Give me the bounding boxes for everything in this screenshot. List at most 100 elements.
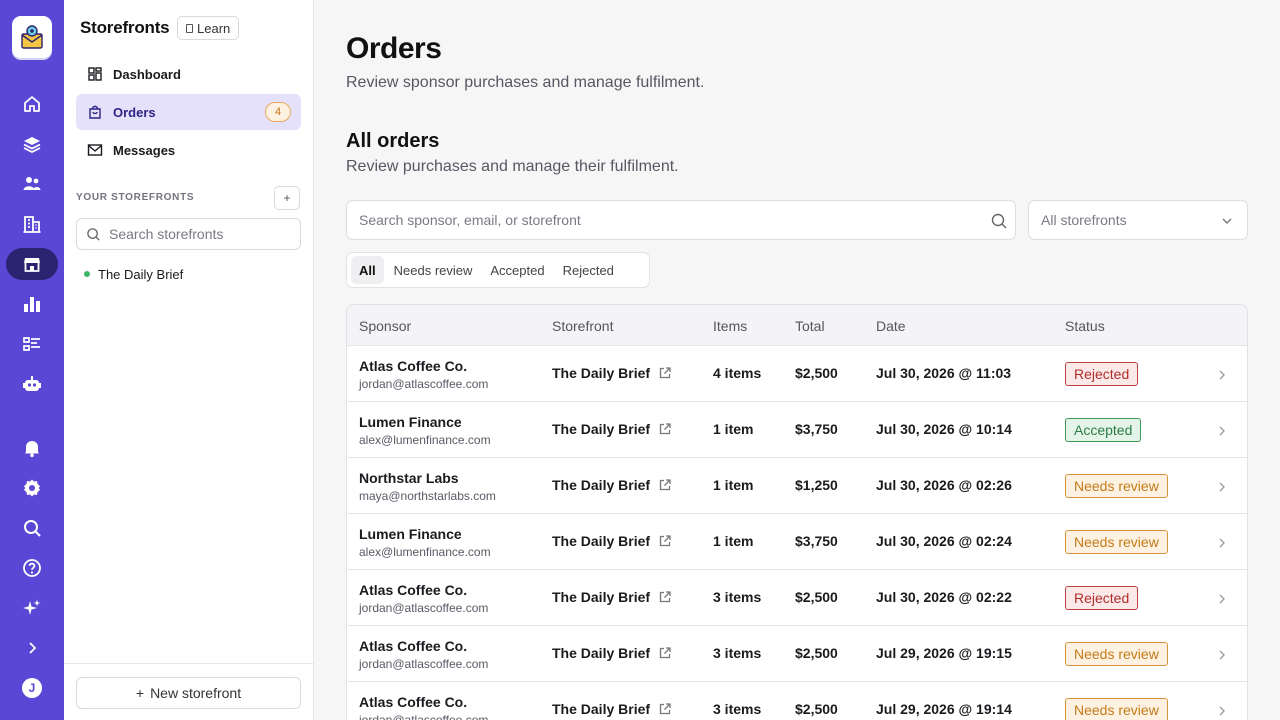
rail-search[interactable] — [6, 512, 58, 544]
storefront-name: The Daily Brief — [552, 589, 651, 605]
status-badge: Needs review — [1065, 642, 1168, 666]
external-link-icon[interactable] — [658, 422, 672, 436]
rail-bot[interactable] — [6, 368, 58, 400]
table-row[interactable]: Atlas Coffee Co. jordan@atlascoffee.com Th… — [347, 682, 1247, 720]
rail-ai[interactable] — [6, 592, 58, 624]
rail-home[interactable] — [6, 88, 58, 120]
rail-analytics[interactable] — [6, 288, 58, 320]
table-row[interactable]: Lumen Finance alex@lumenfinance.com The Da… — [347, 514, 1247, 570]
external-link-icon[interactable] — [658, 590, 672, 604]
items-cell: 3 items — [713, 701, 762, 717]
column-date[interactable]: Date — [876, 318, 906, 334]
row-open-arrow[interactable] — [1217, 424, 1227, 442]
status-badge: Rejected — [1065, 586, 1139, 610]
sponsor-email: jordan@atlascoffee.com — [359, 601, 489, 615]
table-row[interactable]: Northstar Labs maya@northstarlabs.com The … — [347, 458, 1247, 514]
table-row[interactable]: Atlas Coffee Co. jordan@atlascoffee.com Th… — [347, 626, 1247, 682]
external-link-icon[interactable] — [658, 646, 672, 660]
sidebar-item-orders[interactable]: Orders 4 — [76, 94, 301, 130]
sidebar-item-dashboard[interactable]: Dashboard — [76, 56, 301, 92]
external-link-icon[interactable] — [658, 534, 672, 548]
storefront-name: The Daily Brief — [552, 701, 651, 717]
total-cell: $2,500 — [795, 645, 838, 661]
storefront-name: The Daily Brief — [98, 266, 184, 282]
rail-audience[interactable] — [6, 168, 58, 200]
orders-search[interactable] — [346, 200, 1016, 240]
total-cell: $3,750 — [795, 533, 838, 549]
external-link-icon[interactable] — [658, 702, 672, 716]
rail-expand[interactable] — [6, 632, 58, 664]
avatar[interactable]: J — [22, 678, 42, 698]
rail-storefronts[interactable] — [6, 248, 58, 280]
date-cell: Jul 30, 2026 @ 11:03 — [876, 365, 1012, 381]
status-badge: Needs review — [1065, 530, 1168, 554]
add-storefront-button[interactable]: + — [274, 186, 300, 210]
book-icon — [186, 23, 193, 33]
bell-icon — [25, 441, 39, 458]
table-header: Sponsor Storefront Items Total Date Stat… — [347, 305, 1247, 346]
rail-help[interactable] — [6, 552, 58, 584]
items-cell: 3 items — [713, 589, 762, 605]
rail-notifications[interactable] — [6, 432, 58, 464]
new-storefront-button[interactable]: + New storefront — [76, 677, 301, 709]
storefront-search-input[interactable] — [109, 226, 289, 242]
learn-button[interactable]: Learn — [177, 16, 240, 40]
home-icon — [24, 96, 40, 112]
chevron-right-icon — [1219, 370, 1225, 380]
column-sponsor[interactable]: Sponsor — [359, 318, 411, 334]
section-label: YOUR STOREFRONTS — [76, 192, 195, 203]
table-row[interactable]: Lumen Finance alex@lumenfinance.com The Da… — [347, 402, 1247, 458]
storefront-search[interactable] — [76, 218, 301, 250]
date-cell: Jul 30, 2026 @ 02:22 — [876, 589, 1012, 605]
row-open-arrow[interactable] — [1217, 704, 1227, 720]
column-total[interactable]: Total — [795, 318, 825, 334]
row-open-arrow[interactable] — [1217, 368, 1227, 386]
chevron-right-icon — [1219, 594, 1225, 604]
settings-icon — [24, 479, 40, 497]
sidebar: Storefronts Learn Dashboard Orders 4 Mes… — [64, 0, 314, 720]
mail-logo-icon — [21, 25, 43, 49]
search-icon — [991, 213, 1007, 229]
sparkle-icon — [23, 599, 41, 615]
table-row[interactable]: Atlas Coffee Co. jordan@atlascoffee.com Th… — [347, 346, 1247, 402]
row-open-arrow[interactable] — [1217, 648, 1227, 666]
tab-rejected[interactable]: Rejected — [555, 256, 622, 284]
storefront-item[interactable]: The Daily Brief — [84, 264, 183, 284]
rail-tasks[interactable] — [6, 328, 58, 360]
tab-accepted[interactable]: Accepted — [482, 256, 552, 284]
column-storefront[interactable]: Storefront — [552, 318, 613, 334]
sidebar-item-messages[interactable]: Messages — [76, 132, 301, 168]
row-open-arrow[interactable] — [1217, 536, 1227, 554]
storefront-filter-value: All storefronts — [1041, 212, 1127, 228]
app-logo[interactable] — [12, 16, 52, 58]
tab-needs-review[interactable]: Needs review — [386, 256, 481, 284]
row-open-arrow[interactable] — [1217, 480, 1227, 498]
column-status[interactable]: Status — [1065, 318, 1105, 334]
items-cell: 4 items — [713, 365, 762, 381]
table-row[interactable]: Atlas Coffee Co. jordan@atlascoffee.com Th… — [347, 570, 1247, 626]
sponsor-name: Atlas Coffee Co. — [359, 638, 468, 654]
rail-settings[interactable] — [6, 472, 58, 504]
column-items[interactable]: Items — [713, 318, 747, 334]
storefront-filter-select[interactable]: All storefronts — [1028, 200, 1248, 240]
sponsor-name: Northstar Labs — [359, 470, 459, 486]
external-link-icon[interactable] — [658, 366, 672, 380]
sponsor-name: Lumen Finance — [359, 526, 462, 542]
sponsor-email: alex@lumenfinance.com — [359, 433, 491, 447]
row-open-arrow[interactable] — [1217, 592, 1227, 610]
tab-all[interactable]: All — [351, 256, 384, 284]
dashboard-icon — [88, 67, 102, 81]
rail-organization[interactable] — [6, 208, 58, 240]
table-body: Atlas Coffee Co. jordan@atlascoffee.com Th… — [347, 346, 1247, 720]
orders-table: Sponsor Storefront Items Total Date Stat… — [346, 304, 1248, 720]
storefront-name: The Daily Brief — [552, 365, 651, 381]
status-dot — [84, 271, 90, 277]
external-link-icon[interactable] — [658, 478, 672, 492]
date-cell: Jul 29, 2026 @ 19:15 — [876, 645, 1012, 661]
storefront-cell: The Daily Brief — [552, 589, 672, 605]
search-icon — [87, 227, 100, 241]
new-storefront-label: New storefront — [150, 685, 242, 701]
rail-layers[interactable] — [6, 128, 58, 160]
help-icon — [23, 559, 41, 577]
orders-search-input[interactable] — [359, 212, 979, 228]
